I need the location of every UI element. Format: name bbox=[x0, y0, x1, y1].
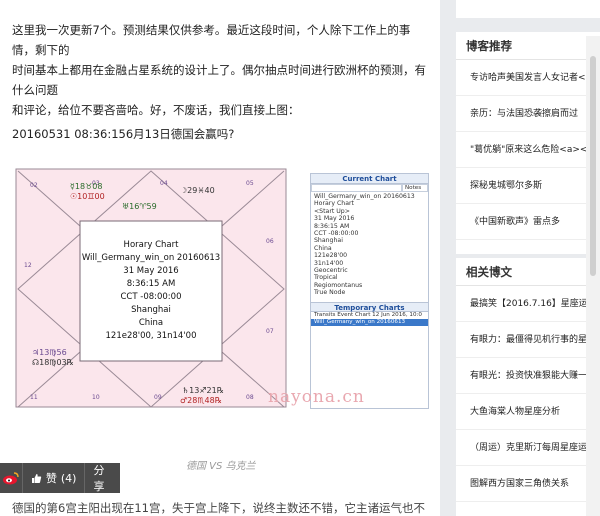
planet-label: ♄13♐21℞ bbox=[182, 386, 224, 395]
like-button[interactable]: 赞 (4) bbox=[21, 463, 86, 493]
share-button[interactable]: 分享 bbox=[85, 462, 120, 494]
detail-line: Regiomontanus bbox=[314, 281, 363, 289]
planet-label: ♅16♈59 bbox=[122, 202, 157, 211]
related-item[interactable]: （周运）克里斯汀每周星座运势7. bbox=[456, 430, 600, 466]
recommend-item[interactable]: 探秘鬼城鄂尔多斯 bbox=[456, 168, 600, 204]
detail-line: 121e28'00 bbox=[314, 252, 348, 260]
like-count: (4) bbox=[60, 471, 77, 485]
horary-chart-image: 02 03 04 05 06 07 08 09 10 11 12 ☿18♉08 … bbox=[14, 167, 429, 412]
related-title: 相关博文 bbox=[456, 258, 600, 286]
house-label: 08 bbox=[246, 394, 254, 401]
scrollbar-track bbox=[586, 36, 600, 516]
watermark: nayona.cn bbox=[268, 387, 365, 407]
recommend-item[interactable]: 亲历：与法国恐袭擦肩而过 bbox=[456, 96, 600, 132]
chart-details-list: Will_Germany_win_on 20160613 Horary Char… bbox=[311, 192, 428, 298]
detail-line: True Node bbox=[314, 289, 346, 297]
house-label: 04 bbox=[160, 180, 168, 187]
house-label: 11 bbox=[30, 394, 38, 401]
planet-label: ☊18♍03℞ bbox=[32, 358, 74, 367]
planet-label: ☿18♉08 bbox=[70, 182, 102, 191]
scrollbar-thumb bbox=[590, 56, 596, 276]
related-item[interactable]: 最搞笑【2016.7.16】星座运势 bbox=[456, 286, 600, 322]
weibo-share-button[interactable] bbox=[0, 463, 22, 493]
related-item[interactable]: 图解西方国家三角债关系 bbox=[456, 466, 600, 502]
current-chart-header: Current Chart bbox=[311, 174, 428, 184]
intro-line: 这里我一次更新7个。预测结果仅供参考。最近这段时间，个人除下工作上的事情，剩下的 bbox=[12, 23, 411, 57]
detail-line: 8:36:15 AM bbox=[314, 222, 350, 230]
chart-coordinates: 121e28'00, 31n14'00 bbox=[106, 331, 197, 341]
chart-question: 20160531 08:36:156月13日德国会赢吗? bbox=[12, 127, 235, 141]
detail-line: 31 May 2016 bbox=[314, 215, 355, 223]
house-label: 07 bbox=[266, 328, 274, 335]
like-label: 赞 bbox=[45, 472, 57, 485]
detail-line: Horary Chart bbox=[314, 200, 354, 208]
chart-info-panel: Current Chart Notes Will_Germany_win_on … bbox=[310, 173, 429, 409]
related-item[interactable]: 大鱼海棠人物星座分析 bbox=[456, 394, 600, 430]
page-scrollbar[interactable] bbox=[586, 36, 600, 516]
house-label: 06 bbox=[266, 238, 274, 245]
related-item[interactable]: 有眼光：投资快准狠能大赚一笔的 bbox=[456, 358, 600, 394]
weibo-icon bbox=[2, 472, 19, 485]
chart-city: Shanghai bbox=[131, 305, 171, 315]
planet-label: ♃13♍56 bbox=[32, 348, 67, 357]
planet-label: ♂28♏48℞ bbox=[180, 396, 222, 405]
house-label: 05 bbox=[246, 180, 254, 187]
planet-label: ☉10♊00 bbox=[70, 192, 105, 201]
related-posts-widget: 相关博文 最搞笑【2016.7.16】星座运势 有眼力：最僵得见机行事的星座男 … bbox=[456, 258, 600, 516]
right-sidebar: 博客推荐 专访哈声美国发言人女记者<a></ 亲历：与法国恐袭擦肩而过 "葛优躺… bbox=[456, 0, 600, 516]
notes-tab: Notes bbox=[402, 184, 428, 192]
detail-line: Tropical bbox=[314, 274, 338, 282]
detail-line: 31n14'00 bbox=[314, 259, 344, 267]
intro-line: 和评论，给位不要吝啬哈。好，不废话，我们直接上图： bbox=[12, 103, 300, 117]
temporary-charts-columns: Transits Event Chart 12 Jun 2016, 10:0 bbox=[314, 311, 422, 318]
house-label: 09 bbox=[154, 394, 162, 401]
house-label: 02 bbox=[30, 182, 38, 189]
temporary-charts-header: Temporary Charts bbox=[311, 301, 428, 312]
detail-line: Will_Germany_win_on 20160613 bbox=[314, 193, 415, 200]
recommend-item[interactable]: 《中国新歌声》雷点多 bbox=[456, 204, 600, 240]
detail-line: <Start Up> bbox=[314, 207, 350, 215]
image-caption: 德国 VS 乌克兰 bbox=[186, 461, 256, 472]
temporary-chart-selected: Will_Germany_win_on 20160613 bbox=[311, 318, 428, 326]
recommend-item[interactable]: 专访哈声美国发言人女记者<a></ bbox=[456, 60, 600, 96]
article-body: 这里我一次更新7个。预测结果仅供参考。最近这段时间，个人除下工作上的事情，剩下的… bbox=[0, 0, 440, 516]
chart-date: 31 May 2016 bbox=[123, 266, 178, 276]
detail-line: CCT -08:00:00 bbox=[314, 230, 359, 238]
chart-name: Will_Germany_win_on 20160613 bbox=[82, 253, 220, 263]
panel-tabs: Notes bbox=[311, 184, 428, 192]
chart-country: China bbox=[139, 318, 163, 328]
action-bar: 赞 (4) 分享 bbox=[0, 463, 120, 493]
house-label: 12 bbox=[24, 262, 32, 269]
article-intro: 这里我一次更新7个。预测结果仅供参考。最近这段时间，个人除下工作上的事情，剩下的… bbox=[12, 20, 426, 120]
recommend-title: 博客推荐 bbox=[456, 32, 600, 60]
article-next-paragraph: 德国的第6宫主阳出现在11宫，失于宫上降下，说终主数还不错，它主诸运气也不错，而 bbox=[12, 501, 425, 515]
intro-line: 时间基本上都用在金融占星系统的设计上了。偶尔抽点时间进行欧洲杯的预测，有什么问题 bbox=[12, 63, 426, 97]
related-item[interactable]: 有眼力：最僵得见机行事的星座男 bbox=[456, 322, 600, 358]
detail-line: Geocentric bbox=[314, 267, 348, 275]
chart-time: 8:36:15 AM bbox=[127, 279, 176, 289]
blog-recommend-widget: 博客推荐 专访哈声美国发言人女记者<a></ 亲历：与法国恐袭擦肩而过 "葛优躺… bbox=[456, 32, 600, 254]
house-label: 10 bbox=[92, 394, 100, 401]
detail-line: China bbox=[314, 244, 332, 252]
panel-tab-main bbox=[311, 184, 402, 192]
thumbs-up-icon bbox=[31, 473, 42, 483]
chart-timezone: CCT -08:00:00 bbox=[120, 292, 181, 302]
detail-line: Shanghai bbox=[314, 237, 343, 245]
chart-type: Horary Chart bbox=[124, 240, 180, 250]
planet-label: ☽29♓40 bbox=[180, 186, 215, 195]
recommend-item[interactable]: "葛优躺"原来这么危险<a></li><l bbox=[456, 132, 600, 168]
sidebar-top-widget bbox=[456, 0, 600, 18]
